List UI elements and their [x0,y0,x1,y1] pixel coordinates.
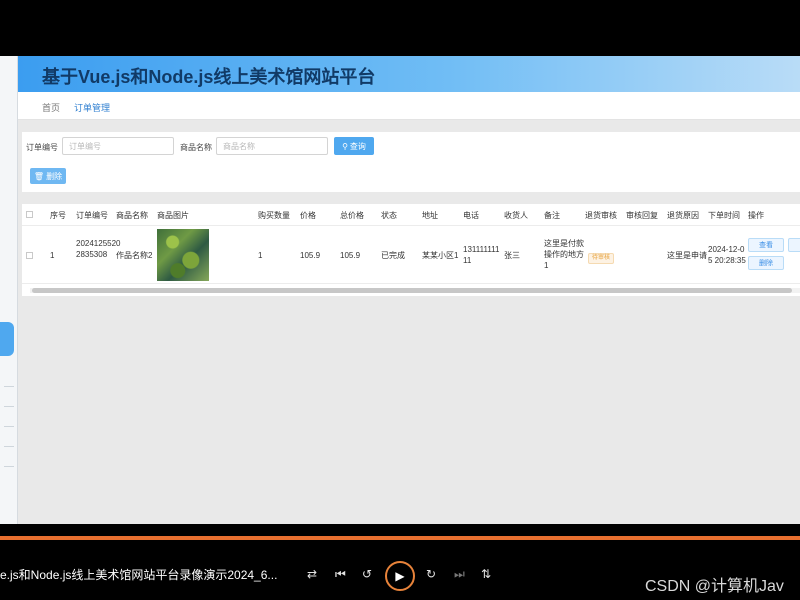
column-header: 电话 [463,211,479,220]
column-header: 价格 [300,211,316,220]
play-button[interactable]: ▶ [385,561,415,591]
column-header: 购买数量 [258,211,290,220]
product-image[interactable] [157,229,209,281]
return-reason-cell: 这里是申请 [667,251,707,260]
sidebar-divider [4,446,14,447]
column-header: 退货原因 [667,211,699,220]
video-progress-bar[interactable] [0,536,800,540]
column-header: 收货人 [504,211,528,220]
video-title: e.js和Node.js线上美术馆网站平台录像演示2024_6... [0,568,278,582]
breadcrumb-home[interactable]: 首页 [42,101,60,114]
breadcrumb: 首页 订单管理 [18,92,800,120]
order-no-cell: 2024125520 2835308 [76,238,121,260]
column-header: 订单编号 [76,211,108,220]
product-name-cell: 作品名称2 [116,251,153,260]
sidebar-edge [0,56,18,524]
order-no-part1: 2024125520 [76,239,121,248]
note-line2: 操作的地方 [544,250,584,259]
breadcrumb-orders[interactable]: 订单管理 [74,101,110,114]
shuffle-icon[interactable]: ⇄ [307,566,317,582]
column-header: 下单时间 [708,211,740,220]
return-review-badge: 待审核 [588,253,615,264]
total-price-cell: 105.9 [340,251,361,260]
orders-table: 序号 订单编号 商品名称 商品图片 购买数量 价格 总价格 状态 地址 电话 收… [22,204,800,296]
address-cell: 某某小区1 [422,251,459,260]
phone-part2: 11 [463,256,472,265]
note-line1: 这里是付款 [544,239,584,248]
csdn-watermark: CSDN @计算机Jav [645,578,784,595]
delete-button-label: 删除 [46,171,63,181]
product-name-label: 商品名称 [180,143,212,152]
row-delete-button[interactable]: 删除 [748,256,784,270]
order-no-label: 订单编号 [26,143,58,152]
column-header: 操作 [748,211,764,220]
delete-selected-button[interactable]: 🗑 删除 [30,168,66,184]
search-icon: ⚲ [342,141,348,151]
sidebar-divider [4,466,14,467]
column-header: 总价格 [340,211,364,220]
search-button-label: 查询 [349,141,366,151]
column-header: 商品名称 [116,211,148,220]
phone-part1: 131111111 [463,245,500,254]
column-header: 地址 [422,211,438,220]
edit-button[interactable] [788,238,800,252]
phone-cell: 131111111 11 [463,244,499,266]
column-header: 状态 [381,211,397,220]
column-header: 备注 [544,211,560,220]
order-time-part1: 2024-12-0 [708,245,745,254]
trash-icon: 🗑 [33,171,45,181]
view-button[interactable]: 查看 [748,238,784,252]
column-header: 审核回复 [626,211,658,220]
scrollbar-thumb[interactable] [32,288,792,293]
sidebar-active-indicator[interactable] [0,322,14,356]
previous-icon[interactable]: ⏮ [335,566,346,582]
product-name-input[interactable] [216,137,328,155]
table-header: 序号 订单编号 商品名称 商品图片 购买数量 价格 总价格 状态 地址 电话 收… [22,204,800,226]
order-time-cell: 2024-12-0 5 20:28:35 [708,244,746,266]
column-header: 商品图片 [157,211,189,220]
column-header: 序号 [50,211,66,220]
order-no-input[interactable] [62,137,174,155]
price-cell: 105.9 [300,251,321,260]
order-time-part2: 5 20:28:35 [708,256,746,265]
app-header: 基于Vue.js和Node.js线上美术馆网站平台 [18,56,800,92]
forward-icon[interactable]: ↻ [426,566,436,582]
note-line3: 1 [544,261,549,270]
sidebar-divider [4,426,14,427]
quantity-cell: 1 [258,251,263,260]
status-cell: 已完成 [381,251,405,260]
row-index: 1 [50,251,55,260]
select-all-checkbox[interactable] [26,211,33,218]
column-header: 退货审核 [585,211,617,220]
sidebar-divider [4,406,14,407]
horizontal-scrollbar[interactable] [30,288,800,293]
app-title: 基于Vue.js和Node.js线上美术馆网站平台 [42,67,376,87]
play-icon: ▶ [395,569,405,583]
loop-icon[interactable]: ⇅ [481,566,491,582]
receiver-cell: 张三 [504,251,520,260]
table-row[interactable]: 1 2024125520 2835308 作品名称2 1 105.9 105.9… [22,226,800,284]
search-button[interactable]: ⚲ 查询 [334,137,374,155]
row-checkbox[interactable] [26,252,33,259]
sidebar-divider [4,386,14,387]
note-cell: 这里是付款 操作的地方 1 [544,238,584,271]
next-icon[interactable]: ⏭ [454,566,465,582]
app-window: 基于Vue.js和Node.js线上美术馆网站平台 首页 订单管理 订单编号 商… [0,56,800,524]
order-no-part2: 2835308 [76,250,108,259]
rewind-icon[interactable]: ↺ [362,566,372,582]
search-panel: 订单编号 商品名称 ⚲ 查询 🗑 删除 [22,132,800,192]
